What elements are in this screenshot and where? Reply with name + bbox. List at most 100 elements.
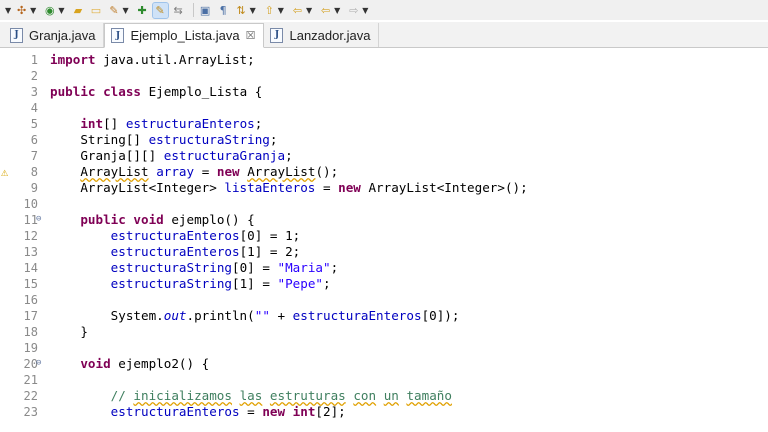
next-icon: ⇨ (349, 3, 359, 17)
code-line: 3 public class Ejemplo_Lista { (0, 84, 768, 100)
code-line: 7 Granja[][] estructuraGranja; (0, 148, 768, 164)
highlight-icon: ✎ (151, 1, 169, 19)
next-button[interactable]: ⇨ ▼ (346, 1, 371, 19)
code-line: 21 (0, 372, 768, 388)
code-line: 16 (0, 292, 768, 308)
code-editor[interactable]: 1 import java.util.ArrayList; 2 3 public… (0, 49, 768, 432)
code-line: 4 (0, 100, 768, 116)
tools-icon: ✣ (17, 3, 27, 17)
tools-button[interactable]: ▼ ✣ ▼ (4, 1, 39, 19)
code-text[interactable]: public class Ejemplo_Lista { (50, 84, 262, 100)
code-text[interactable]: estructuraEnteros[0] = 1; (50, 228, 301, 244)
code-text[interactable]: System.out.println("" + estructuraEntero… (50, 308, 460, 324)
toggle-icon: ⇆ (173, 3, 183, 17)
up-arrow-button[interactable]: ⇧ ▼ (262, 1, 287, 19)
run-button[interactable]: ◉ ▼ (42, 1, 67, 19)
code-line: 19 (0, 340, 768, 356)
dropdown-arrow-icon[interactable]: ▼ (30, 6, 36, 15)
line-number: 21 (23, 373, 38, 387)
code-text[interactable]: int[] estructuraEnteros; (50, 116, 262, 132)
code-text[interactable]: } (50, 324, 88, 340)
paragraph-button[interactable]: ¶ (216, 1, 231, 19)
code-text[interactable]: estructuraString[0] = "Maria"; (50, 260, 339, 276)
code-line: 12 estructuraEnteros[0] = 1; (0, 228, 768, 244)
line-number: 19 (23, 341, 38, 355)
line-number: 6 (30, 133, 38, 147)
line-number: 11 (23, 213, 38, 227)
folder-button[interactable]: ▭ (88, 1, 103, 19)
code-line: 2 (0, 68, 768, 84)
code-comment[interactable]: // inicializamos las estruturas con un t… (50, 388, 452, 404)
dropdown-arrow-icon[interactable]: ▼ (58, 6, 64, 15)
code-text[interactable]: ArrayList array = new ArrayList(); (50, 164, 338, 180)
java-file-icon: J (270, 27, 284, 43)
page-icon: ▣ (199, 3, 211, 17)
line-number: 14 (23, 261, 38, 275)
code-line: 20 ⊖ void ejemplo2() { (0, 356, 768, 372)
dropdown-arrow-icon[interactable]: ▼ (278, 6, 284, 15)
code-text[interactable]: import java.util.ArrayList; (50, 52, 255, 68)
code-line: 1 import java.util.ArrayList; (0, 52, 768, 68)
code-line: 15 estructuraString[1] = "Pepe"; (0, 276, 768, 292)
line-number: 2 (30, 69, 38, 83)
code-text[interactable]: estructuraString[1] = "Pepe"; (50, 276, 331, 292)
extension-icon: ✚ (137, 3, 147, 17)
back-icon: ⇦ (292, 3, 303, 17)
line-number: 3 (30, 85, 38, 99)
line-number: 10 (23, 197, 38, 211)
code-line: 18 } (0, 324, 768, 340)
code-text[interactable]: void ejemplo2() { (50, 356, 209, 372)
code-text[interactable]: estructuraEnteros[1] = 2; (50, 244, 301, 260)
tab-ejemplo-lista[interactable]: J Ejemplo_Lista.java ☒ (104, 23, 265, 48)
tab-granja[interactable]: J Granja.java (4, 23, 105, 47)
dropdown-arrow-icon[interactable]: ▼ (306, 6, 312, 15)
code-text[interactable]: ArrayList<Integer> listaEnteros = new Ar… (50, 180, 527, 196)
code-line: 23 estructuraEnteros = new int[2]; (0, 404, 768, 420)
code-line: 6 String[] estructuraString; (0, 132, 768, 148)
java-file-icon: J (111, 28, 125, 43)
editor-tab-bar: J Granja.java J Ejemplo_Lista.java ☒ J L… (0, 22, 768, 48)
line-number: 13 (23, 245, 38, 259)
highlight-button[interactable]: ✎ (151, 1, 169, 19)
open-folder-icon: ▰ (73, 3, 83, 17)
code-line: 11 ⊖ public void ejemplo() { (0, 212, 768, 228)
code-line: 22 // inicializamos las estruturas con u… (0, 388, 768, 404)
paragraph-icon: ¶ (219, 3, 227, 17)
sort-button[interactable]: ⇅ ▼ (234, 1, 259, 19)
back-button[interactable]: ⇦ ▼ (290, 1, 315, 19)
dropdown-arrow-icon[interactable]: ▼ (122, 6, 128, 15)
page-button[interactable]: ▣ (198, 1, 213, 19)
code-line: 10 (0, 196, 768, 212)
fold-collapse-icon[interactable]: ⊖ (36, 359, 45, 368)
code-text[interactable]: String[] estructuraString; (50, 132, 277, 148)
open-folder-button[interactable]: ▰ (70, 1, 85, 19)
dropdown-arrow-icon[interactable]: ▼ (250, 6, 256, 15)
fold-collapse-icon[interactable]: ⊖ (36, 215, 45, 224)
edit-button[interactable]: ✎ ▼ (106, 1, 131, 19)
dropdown-arrow-icon[interactable]: ▼ (362, 6, 368, 15)
line-number: 17 (23, 309, 38, 323)
line-number: 23 (23, 405, 38, 419)
toggle-button[interactable]: ⇆ (171, 1, 186, 19)
forward-button[interactable]: ⇦ ▼ (318, 1, 343, 19)
folder-icon: ▭ (90, 3, 102, 17)
line-number: 22 (23, 389, 38, 403)
code-line: 9 ArrayList<Integer> listaEnteros = new … (0, 180, 768, 196)
line-number: 7 (30, 149, 38, 163)
line-number: 8 (30, 165, 38, 179)
dropdown-arrow-icon[interactable]: ▼ (334, 6, 340, 15)
code-text[interactable]: public void ejemplo() { (50, 212, 254, 228)
close-tab-icon[interactable]: ☒ (246, 29, 256, 42)
tab-lanzador[interactable]: J Lanzador.java (264, 23, 380, 47)
code-line: 13 estructuraEnteros[1] = 2; (0, 244, 768, 260)
extension-button[interactable]: ✚ (135, 1, 150, 19)
line-number: 1 (30, 53, 38, 67)
up-arrow-icon: ⇧ (264, 3, 274, 17)
sort-icon: ⇅ (236, 3, 246, 17)
code-text[interactable]: Granja[][] estructuraGranja; (50, 148, 292, 164)
code-text[interactable]: estructuraEnteros = new int[2]; (50, 404, 346, 420)
line-number: 12 (23, 229, 38, 243)
code-line: 5 int[] estructuraEnteros; (0, 116, 768, 132)
dropdown-arrow-icon[interactable]: ▼ (5, 6, 11, 15)
java-file-icon: J (10, 27, 23, 43)
